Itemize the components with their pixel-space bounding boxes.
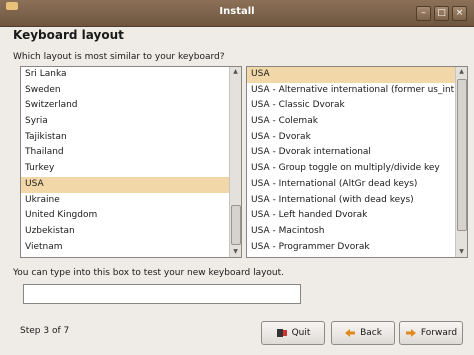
layout-list-item[interactable]: USA - Left handed Dvorak bbox=[247, 208, 467, 224]
layout-list-item[interactable]: USA - Macintosh bbox=[247, 224, 467, 240]
scroll-thumb[interactable] bbox=[231, 205, 241, 245]
country-list-item[interactable]: United Kingdom bbox=[21, 208, 241, 224]
country-list-item[interactable]: Sweden bbox=[21, 83, 241, 99]
layout-list[interactable]: USA USA - Alternative international (form… bbox=[246, 66, 468, 258]
title-bar[interactable]: Install – □ × bbox=[0, 0, 474, 27]
quit-label: Quit bbox=[291, 328, 311, 338]
country-list-item[interactable]: Tajikistan bbox=[21, 130, 241, 146]
country-list-item[interactable]: Sri Lanka bbox=[21, 67, 241, 83]
test-box-label: You can type into this box to test your … bbox=[13, 268, 285, 278]
country-list-item[interactable]: Syria bbox=[21, 114, 241, 130]
country-list[interactable]: Sri Lanka Sweden Switzerland Syria Tajikista… bbox=[20, 66, 242, 258]
forward-button[interactable]: Forward bbox=[399, 321, 463, 345]
scroll-down-icon[interactable]: ▼ bbox=[456, 247, 467, 257]
layout-list-item[interactable]: USA bbox=[247, 67, 467, 83]
scroll-down-icon[interactable]: ▼ bbox=[230, 247, 241, 257]
layout-list-item[interactable]: USA - Alternative international (former … bbox=[247, 83, 467, 99]
country-scrollbar[interactable]: ▲ ▼ bbox=[229, 67, 241, 257]
layout-list-item[interactable]: USA - Classic Dvorak bbox=[247, 98, 467, 114]
back-label: Back bbox=[360, 328, 382, 338]
back-button[interactable]: Back bbox=[331, 321, 395, 345]
forward-arrow-icon bbox=[405, 328, 416, 337]
maximize-button[interactable]: □ bbox=[434, 6, 449, 21]
layout-list-item[interactable]: USA - Dvorak bbox=[247, 130, 467, 146]
forward-label: Forward bbox=[420, 328, 458, 338]
layout-list-item[interactable]: USA - Dvorak international bbox=[247, 145, 467, 161]
layout-list-item[interactable]: USA - Colemak bbox=[247, 114, 467, 130]
country-list-item[interactable]: Thailand bbox=[21, 145, 241, 161]
scroll-up-icon[interactable]: ▲ bbox=[230, 67, 241, 77]
test-input[interactable] bbox=[23, 284, 301, 304]
scroll-up-icon[interactable]: ▲ bbox=[456, 67, 467, 77]
close-button[interactable]: × bbox=[452, 6, 467, 21]
country-list-item[interactable]: Ukraine bbox=[21, 193, 241, 209]
window-title: Install bbox=[219, 6, 255, 17]
country-list-item[interactable]: Switzerland bbox=[21, 98, 241, 114]
scroll-thumb[interactable] bbox=[457, 79, 467, 231]
quit-button[interactable]: Quit bbox=[261, 321, 325, 345]
layout-list-item[interactable]: USA - Programmer Dvorak bbox=[247, 240, 467, 256]
country-list-item[interactable]: Vietnam bbox=[21, 240, 241, 256]
layout-scrollbar[interactable]: ▲ ▼ bbox=[455, 67, 467, 257]
step-indicator: Step 3 of 7 bbox=[20, 326, 70, 336]
page-title: Keyboard layout bbox=[13, 28, 124, 42]
layout-list-item[interactable]: USA - Group toggle on multiply/divide ke… bbox=[247, 161, 467, 177]
layout-list-item[interactable]: USA - International (AltGr dead keys) bbox=[247, 177, 467, 193]
layout-question: Which layout is most similar to your key… bbox=[13, 52, 225, 62]
quit-icon bbox=[276, 328, 287, 337]
country-list-item[interactable]: Uzbekistan bbox=[21, 224, 241, 240]
country-list-item[interactable]: Turkey bbox=[21, 161, 241, 177]
minimize-button[interactable]: – bbox=[416, 6, 431, 21]
layout-list-item[interactable]: USA - International (with dead keys) bbox=[247, 193, 467, 209]
country-list-item[interactable]: USA bbox=[21, 176, 241, 193]
back-arrow-icon bbox=[345, 328, 356, 337]
